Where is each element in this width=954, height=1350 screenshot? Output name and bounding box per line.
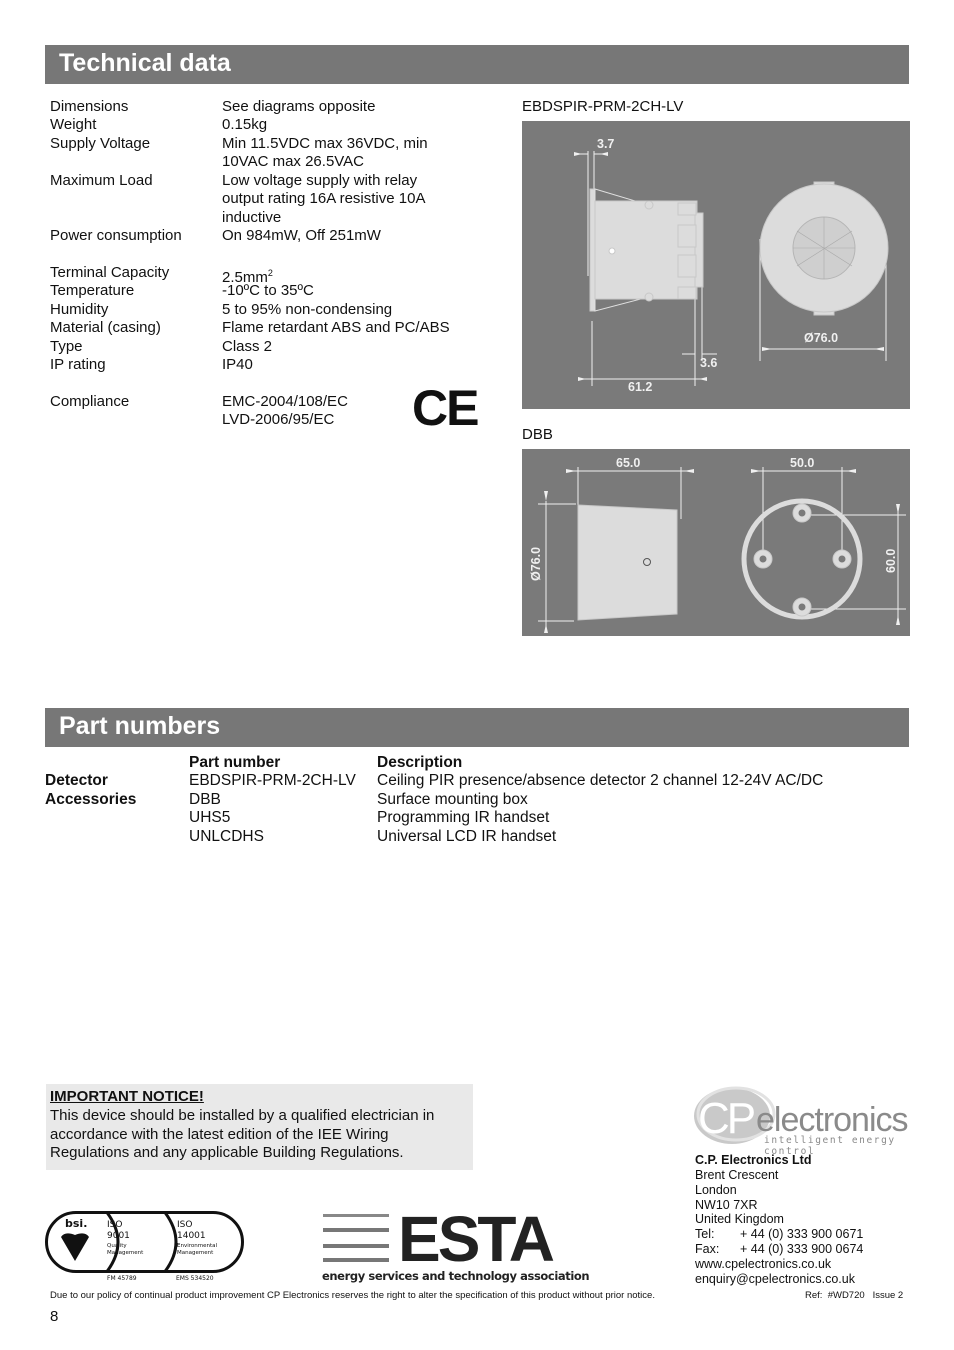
spec-value: Low voltage supply with relay output rat… xyxy=(222,172,425,226)
esta-stripe xyxy=(323,1244,389,1248)
column-header-part: Part number xyxy=(189,754,281,771)
spec-label: Terminal Capacity xyxy=(50,264,170,281)
esta-stripe xyxy=(323,1214,389,1217)
spec-label: Maximum Load xyxy=(50,172,153,189)
document-ref: Ref: #WD720 Issue 2 xyxy=(805,1290,904,1301)
part-description: Programming IR handset xyxy=(377,809,550,826)
notice-title: IMPORTANT NOTICE! xyxy=(50,1088,204,1105)
spec-label: Weight xyxy=(50,116,97,133)
dim-label-diameter: Ø76.0 xyxy=(529,547,543,581)
spec-value: Min 11.5VDC max 36VDC, min 10VAC max 26.… xyxy=(222,135,428,171)
fax-number: + 44 (0) 333 900 0674 xyxy=(740,1242,864,1256)
iso-code: FM 45789 xyxy=(107,1275,137,1282)
iso-code: EMS 534520 xyxy=(176,1275,214,1282)
address-line: London xyxy=(695,1183,737,1197)
logo-cp: CP xyxy=(698,1094,756,1143)
tel-label: Tel: xyxy=(695,1227,715,1241)
spec-value: Flame retardant ABS and PC/ABS xyxy=(222,319,450,336)
spec-value: 5 to 95% non-condensing xyxy=(222,301,393,318)
fax-label: Fax: xyxy=(695,1242,720,1256)
section-title: Part numbers xyxy=(59,712,221,740)
esta-stripe xyxy=(323,1228,389,1232)
iso-number: 9001 xyxy=(107,1231,130,1241)
esta-logo: ESTA energy services and technology asso… xyxy=(322,1203,590,1285)
iso-line: Management xyxy=(107,1250,144,1256)
iso-std: ISO xyxy=(177,1220,192,1230)
spec-value: -10ºC to 35ºC xyxy=(222,282,314,299)
spec-value: 0.15kg xyxy=(222,116,268,133)
part-number: EBDSPIR-PRM-2CH-LV xyxy=(189,772,356,789)
box-diagram: 65.0 50.0 60.0 Ø76.0 xyxy=(522,449,910,636)
page-number: 8 xyxy=(50,1308,59,1325)
row-category: Accessories xyxy=(45,791,137,808)
spec-value: On 984mW, Off 251mW xyxy=(222,227,381,244)
technical-data-header: Technical data xyxy=(45,45,909,84)
address-line: NW10 7XR xyxy=(695,1198,758,1212)
spec-label: IP rating xyxy=(50,356,106,373)
dim-label-hole-spacing-v: 60.0 xyxy=(884,549,898,573)
website-link[interactable]: www.cpelectronics.co.uk xyxy=(695,1257,831,1272)
dim-label-depth: 61.2 xyxy=(628,380,652,394)
dim-label-hole-spacing-h: 50.0 xyxy=(790,456,814,470)
tel-number: + 44 (0) 333 900 0671 xyxy=(740,1227,864,1241)
row-category: Detector xyxy=(45,772,108,789)
dim-label-flange: 3.7 xyxy=(597,137,614,151)
part-number: DBB xyxy=(189,791,221,808)
bsi-text: bsi. xyxy=(65,1217,87,1230)
part-number: UNLCDHS xyxy=(189,828,264,845)
notice-body: This device should be installed by a qua… xyxy=(50,1107,435,1161)
iso-line: Environmental xyxy=(177,1243,217,1249)
detector-diagram: 3.7 3.6 61.2 Ø76.0 xyxy=(522,121,910,409)
part-description: Ceiling PIR presence/absence detector 2 … xyxy=(377,772,824,789)
dim-label-diameter: Ø76.0 xyxy=(804,331,838,345)
spec-value: IP40 xyxy=(222,356,253,373)
part-description: Surface mounting box xyxy=(377,791,528,808)
spec-label: Type xyxy=(50,338,83,355)
column-header-description: Description xyxy=(377,754,463,771)
esta-tagline: energy services and technology associati… xyxy=(322,1269,590,1283)
email-link[interactable]: enquiry@cpelectronics.co.uk xyxy=(695,1272,855,1287)
dim-label-depth: 65.0 xyxy=(616,456,640,470)
part-numbers-header: Part numbers xyxy=(45,708,909,747)
detector-diagram-title: EBDSPIR-PRM-2CH-LV xyxy=(522,98,684,115)
spec-value: See diagrams opposite xyxy=(222,98,376,115)
part-number: UHS5 xyxy=(189,809,231,826)
company-name: C.P. Electronics Ltd xyxy=(695,1153,812,1167)
bsi-kitemark-icon xyxy=(61,1233,89,1261)
spec-label: Supply Voltage xyxy=(50,135,151,152)
iso-number: 14001 xyxy=(177,1231,206,1241)
cp-electronics-logo: CP electronics intelligent energy contro… xyxy=(692,1084,912,1157)
box-diagram-title: DBB xyxy=(522,426,553,443)
address-line: Brent Crescent xyxy=(695,1168,779,1182)
spec-label: Temperature xyxy=(50,282,135,299)
superscript: 2 xyxy=(267,268,273,278)
detector-drawing: 3.7 3.6 61.2 Ø76.0 xyxy=(574,137,889,394)
iso-std: ISO xyxy=(107,1220,122,1230)
spec-label: Humidity xyxy=(50,301,109,318)
dim-label-rear: 3.6 xyxy=(700,356,717,370)
iso-certification-badge: bsi. ISO 9001 Quality Management ISO 140… xyxy=(45,1211,245,1286)
section-title: Technical data xyxy=(59,49,231,77)
part-description: Universal LCD IR handset xyxy=(377,828,557,845)
esta-stripe xyxy=(323,1258,389,1262)
spec-label: Material (casing) xyxy=(50,319,161,336)
bsi-iso-logo: bsi. ISO 9001 Quality Management ISO 140… xyxy=(45,1211,244,1273)
address-line: United Kingdom xyxy=(695,1212,784,1226)
important-notice: IMPORTANT NOTICE! This device should be … xyxy=(46,1084,473,1170)
spec-label: Dimensions xyxy=(50,98,129,115)
iso-line: Management xyxy=(177,1250,214,1256)
spec-value: Class 2 xyxy=(222,338,273,355)
spec-label: Power consumption xyxy=(50,227,182,244)
iso-line: Quality xyxy=(107,1243,127,1249)
ce-mark-icon: CE xyxy=(412,380,479,436)
box-drawing: 65.0 50.0 60.0 Ø76.0 xyxy=(529,456,906,633)
esta-wordmark: ESTA xyxy=(398,1203,555,1275)
disclaimer: Due to our policy of continual product i… xyxy=(50,1290,655,1301)
spec-label: Compliance xyxy=(50,393,130,410)
